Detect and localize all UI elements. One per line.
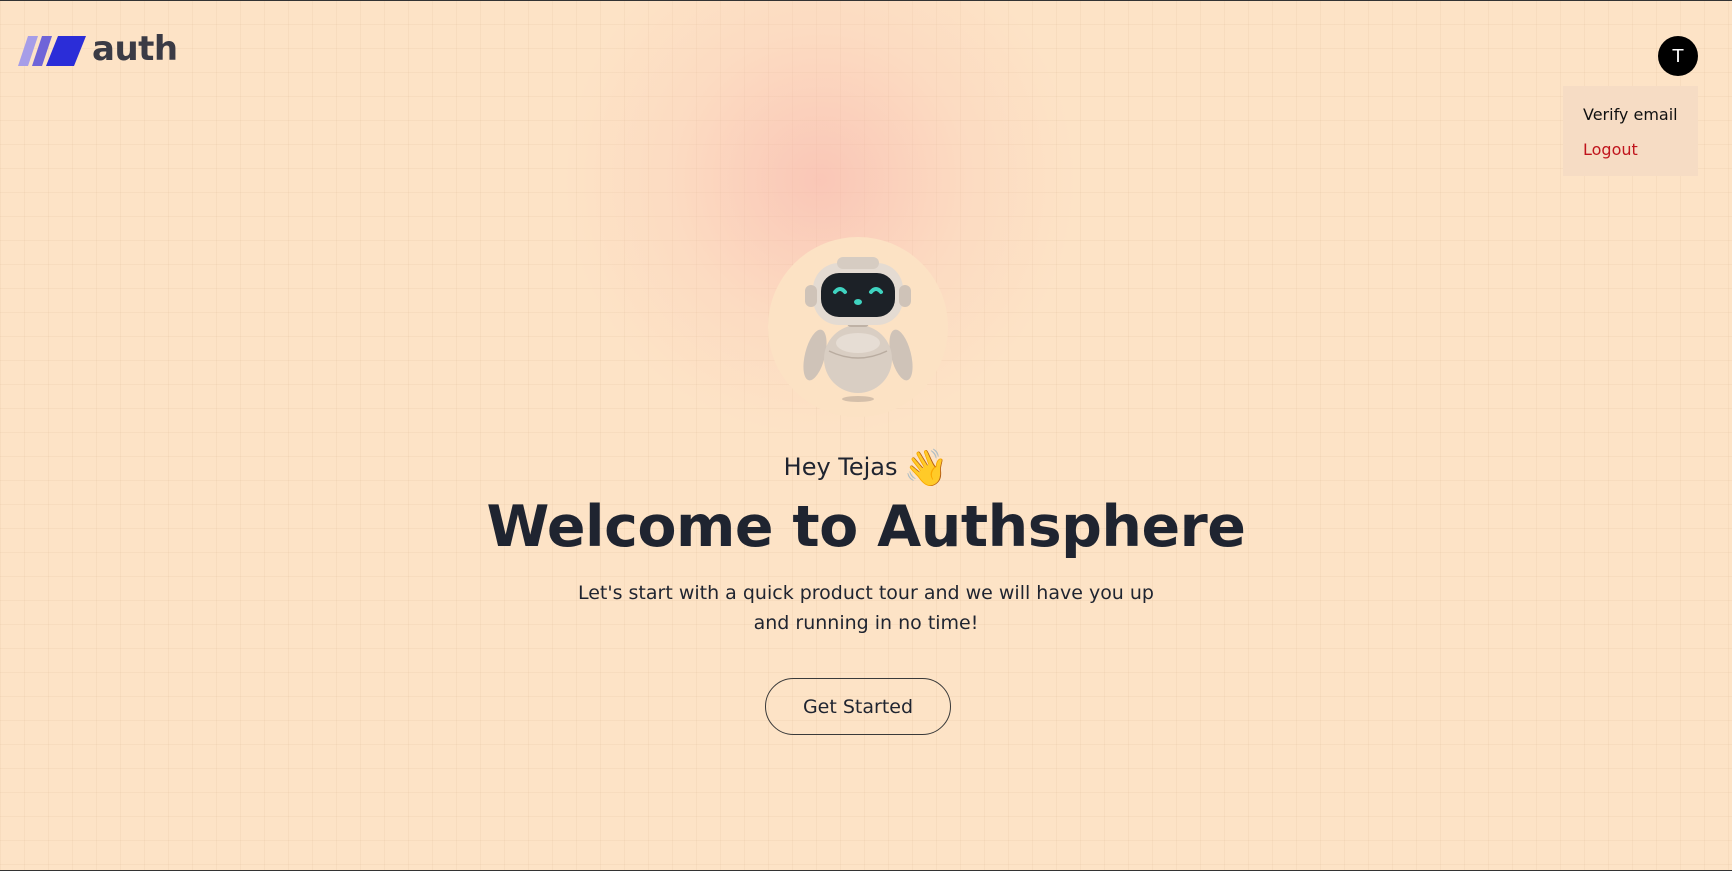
waving-hand-icon: 👋 <box>903 448 949 489</box>
greeting: Hey Tejas 👋 <box>0 447 1732 489</box>
verify-email-item[interactable]: Verify email <box>1583 104 1678 126</box>
robot-avatar <box>768 237 948 417</box>
brand-name: auth <box>92 29 178 69</box>
user-avatar[interactable]: T <box>1658 36 1698 76</box>
greeting-text: Hey Tejas <box>783 453 898 481</box>
user-menu: Verify email Logout <box>1563 86 1698 176</box>
page-title: Welcome to Authsphere <box>486 494 1246 560</box>
get-started-button[interactable]: Get Started <box>765 678 951 735</box>
brand-logo[interactable]: auth <box>18 32 178 66</box>
page-subtitle: Let's start with a quick product tour an… <box>577 582 1154 634</box>
top-border <box>0 0 1732 1</box>
logout-item[interactable]: Logout <box>1583 139 1678 161</box>
robot-icon <box>803 257 913 402</box>
slash-stripes-icon <box>18 36 86 66</box>
